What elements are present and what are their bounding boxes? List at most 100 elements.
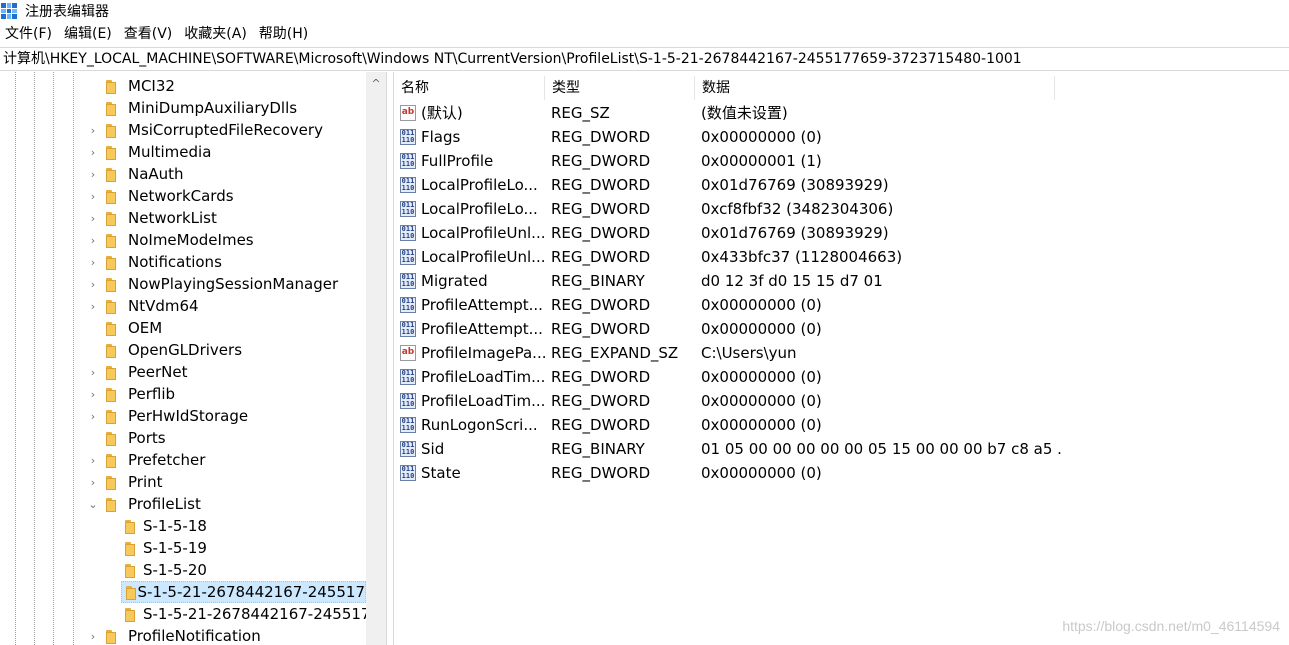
tree-scrollbar[interactable]: ^ <box>366 72 386 645</box>
value-row[interactable]: 011 110 RunLogonScri... REG_DWORD 0x0000000… <box>394 413 1054 437</box>
binary-value-icon: 011 110 <box>400 393 416 409</box>
value-row[interactable]: 011 110 Migrated REG_BINARY d0 12 3f d0 15 … <box>394 269 1054 293</box>
tree-item[interactable]: MiniDumpAuxiliaryDlls <box>104 97 297 119</box>
binary-value-icon: 011 110 <box>400 129 416 145</box>
expand-chevron-icon[interactable]: › <box>88 388 98 401</box>
tree-item[interactable]: S-1-5-19 <box>121 537 207 559</box>
value-name: LocalProfileLo... <box>421 176 538 194</box>
tree-item[interactable]: NetworkList <box>104 207 217 229</box>
key-tree: MCI32 MiniDumpAuxiliaryDlls › MsiCorruptedF… <box>0 72 386 645</box>
menu-edit[interactable]: 编辑(E) <box>59 23 119 45</box>
tree-guide-line <box>15 72 16 645</box>
tree-item[interactable]: PerHwIdStorage <box>104 405 248 427</box>
value-data: d0 12 3f d0 15 15 d7 01 <box>701 272 883 290</box>
expand-chevron-icon[interactable]: › <box>88 300 98 313</box>
tree-item[interactable]: Notifications <box>104 251 222 273</box>
tree-item[interactable]: S-1-5-18 <box>121 515 207 537</box>
column-header-type[interactable]: 类型 <box>545 76 695 100</box>
pane-splitter[interactable] <box>386 72 394 645</box>
expand-chevron-icon[interactable]: › <box>88 256 98 269</box>
value-type: REG_DWORD <box>551 320 651 338</box>
collapse-chevron-icon[interactable]: ⌄ <box>88 498 98 511</box>
expand-chevron-icon[interactable]: › <box>88 630 98 643</box>
tree-item[interactable]: ProfileList <box>104 493 201 515</box>
column-header-data[interactable]: 数据 <box>695 76 1055 100</box>
expand-chevron-icon[interactable]: › <box>88 168 98 181</box>
tree-item[interactable]: Perflib <box>104 383 175 405</box>
folder-icon <box>106 498 116 512</box>
value-data: 0x00000000 (0) <box>701 320 822 338</box>
expand-chevron-icon[interactable]: › <box>88 366 98 379</box>
menu-file[interactable]: 文件(F) <box>0 23 59 45</box>
value-row[interactable]: 011 110 LocalProfileLo... REG_DWORD 0xcf8fb… <box>394 197 1054 221</box>
value-name: State <box>421 464 461 482</box>
expand-chevron-icon[interactable]: › <box>88 278 98 291</box>
value-type: REG_DWORD <box>551 464 651 482</box>
tree-item[interactable]: NtVdm64 <box>104 295 199 317</box>
tree-item[interactable]: Multimedia <box>104 141 211 163</box>
value-type: REG_DWORD <box>551 248 651 266</box>
window-title: 注册表编辑器 <box>25 4 109 20</box>
column-header-name[interactable]: 名称 <box>394 76 545 100</box>
tree-item[interactable]: S-1-5-20 <box>121 559 207 581</box>
folder-icon <box>106 278 116 292</box>
menu-favorites[interactable]: 收藏夹(A) <box>179 23 254 45</box>
tree-item-label: S-1-5-20 <box>143 561 207 579</box>
value-data: 0x00000000 (0) <box>701 128 822 146</box>
tree-item[interactable]: Print <box>104 471 163 493</box>
tree-item[interactable]: Prefetcher <box>104 449 205 471</box>
tree-item[interactable]: NetworkCards <box>104 185 234 207</box>
value-row[interactable]: 011 110 ProfileLoadTim... REG_DWORD 0x00000… <box>394 389 1054 413</box>
tree-item[interactable]: S-1-5-21-2678442167-245517 <box>121 581 366 603</box>
expand-chevron-icon[interactable]: › <box>88 454 98 467</box>
value-row[interactable]: ab ProfileImagePa... REG_EXPAND_SZ C:\Users… <box>394 341 1054 365</box>
title-bar: 注册表编辑器 <box>0 0 1289 22</box>
value-data: 0x433bfc37 (1128004663) <box>701 248 903 266</box>
tree-item[interactable]: S-1-5-21-2678442167-245517 <box>121 603 370 625</box>
value-name: LocalProfileUnl... <box>421 248 545 266</box>
value-row[interactable]: 011 110 Sid REG_BINARY 01 05 00 00 00 00 00… <box>394 437 1061 461</box>
scroll-track[interactable] <box>368 96 384 645</box>
expand-chevron-icon[interactable]: › <box>88 410 98 423</box>
folder-icon <box>106 300 116 314</box>
expand-chevron-icon[interactable]: › <box>88 190 98 203</box>
value-row[interactable]: ab (默认) REG_SZ (数值未设置) <box>394 101 1054 125</box>
tree-item-label: Print <box>128 473 163 491</box>
expand-chevron-icon[interactable]: › <box>88 146 98 159</box>
value-row[interactable]: 011 110 LocalProfileLo... REG_DWORD 0x01d76… <box>394 173 1054 197</box>
value-row[interactable]: 011 110 Flags REG_DWORD 0x00000000 (0) <box>394 125 1054 149</box>
value-data: 0x01d76769 (30893929) <box>701 224 889 242</box>
value-row[interactable]: 011 110 ProfileLoadTim... REG_DWORD 0x00000… <box>394 365 1054 389</box>
expand-chevron-icon[interactable]: › <box>88 212 98 225</box>
value-row[interactable]: 011 110 ProfileAttempt... REG_DWORD 0x00000… <box>394 317 1054 341</box>
menu-view[interactable]: 查看(V) <box>119 23 180 45</box>
tree-item[interactable]: NaAuth <box>104 163 184 185</box>
expand-chevron-icon[interactable]: › <box>88 476 98 489</box>
folder-icon <box>106 190 116 204</box>
value-row[interactable]: 011 110 ProfileAttempt... REG_DWORD 0x00000… <box>394 293 1054 317</box>
tree-item[interactable]: MCI32 <box>104 75 175 97</box>
menu-help[interactable]: 帮助(H) <box>254 23 315 45</box>
tree-item[interactable]: NowPlayingSessionManager <box>104 273 338 295</box>
value-row[interactable]: 011 110 FullProfile REG_DWORD 0x00000001 (1… <box>394 149 1054 173</box>
value-data: 0xcf8fbf32 (3482304306) <box>701 200 894 218</box>
tree-item[interactable]: NoImeModeImes <box>104 229 254 251</box>
value-row[interactable]: 011 110 State REG_DWORD 0x00000000 (0) <box>394 461 1054 485</box>
binary-value-icon: 011 110 <box>400 153 416 169</box>
tree-item[interactable]: Ports <box>104 427 166 449</box>
tree-item[interactable]: OpenGLDrivers <box>104 339 242 361</box>
tree-item[interactable]: OEM <box>104 317 162 339</box>
tree-item[interactable]: PeerNet <box>104 361 187 383</box>
expand-chevron-icon[interactable]: › <box>88 124 98 137</box>
tree-item[interactable]: ProfileNotification <box>104 625 261 645</box>
value-name: ProfileAttempt... <box>421 296 543 314</box>
value-row[interactable]: 011 110 LocalProfileUnl... REG_DWORD 0x01d7… <box>394 221 1054 245</box>
expand-chevron-icon[interactable]: › <box>88 234 98 247</box>
address-bar[interactable]: 计算机\HKEY_LOCAL_MACHINE\SOFTWARE\Microsof… <box>0 47 1289 71</box>
tree-item-label: Ports <box>128 429 166 447</box>
scroll-up-arrow-icon[interactable]: ^ <box>366 72 386 94</box>
value-data: 01 05 00 00 00 00 00 05 15 00 00 00 b7 c… <box>701 440 1061 458</box>
tree-item-label: S-1-5-21-2678442167-245517 <box>137 583 365 601</box>
tree-item[interactable]: MsiCorruptedFileRecovery <box>104 119 323 141</box>
value-row[interactable]: 011 110 LocalProfileUnl... REG_DWORD 0x433b… <box>394 245 1054 269</box>
